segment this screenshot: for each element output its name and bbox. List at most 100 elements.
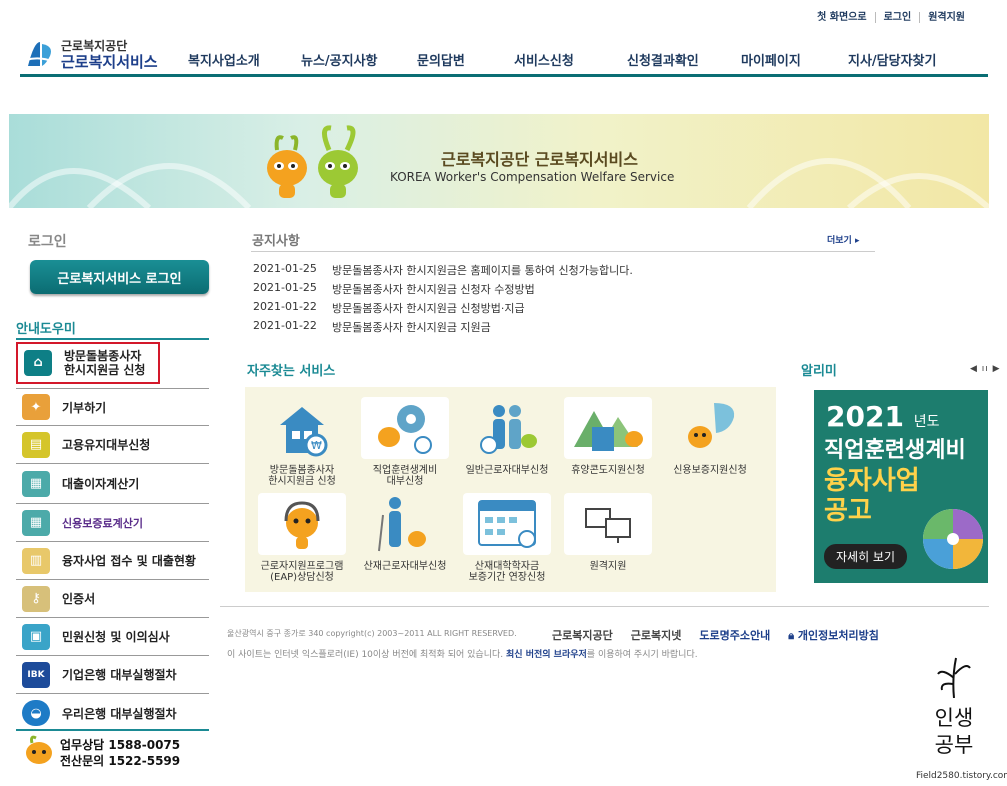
notice-date: 2021-01-25 <box>253 281 317 294</box>
notice-row[interactable]: 2021-01-22 방문돌봄종사자 한시지원금 지원금 <box>253 319 633 338</box>
login-title: 로그인 <box>28 234 67 250</box>
services-panel: ₩ 방문돌봄종사자 한시지원금 신청 직업훈련생계비 대부신청 일반근로자대부신… <box>245 387 776 592</box>
service-condo-support[interactable]: 휴양콘도지원신청 <box>559 397 657 476</box>
notice-row[interactable]: 2021-01-25 방문돌봄종사자 한시지원금은 홈페이지를 통하여 신청가능합… <box>253 262 633 281</box>
notice-divider <box>251 251 875 252</box>
monitors-icon <box>564 493 652 555</box>
guide-item-label: 민원신청 및 이의심사 <box>62 630 170 644</box>
guide-item-certificate[interactable]: ⚷ 인증서 <box>16 580 209 618</box>
service-label: 보증기간 연장신청 <box>468 572 546 583</box>
alimi-banner[interactable]: 2021 년도 직업훈련생계비 융자사업 공고 자세히 보기 <box>814 390 988 583</box>
service-care-worker-subsidy[interactable]: ₩ 방문돌봄종사자 한시지원금 신청 <box>253 397 351 487</box>
alimi-controls[interactable]: ◀ ıı ▶ <box>970 364 1001 374</box>
crutch-person-icon <box>361 493 449 555</box>
logo-icon <box>24 38 56 70</box>
key-icon: ⚷ <box>22 585 50 612</box>
service-industrial-accident-loan[interactable]: 산재근로자대부신청 <box>356 493 454 572</box>
home-link[interactable]: 첫 화면으로 <box>809 12 874 23</box>
nav-news[interactable]: 뉴스/공지사항 <box>301 50 378 69</box>
footer-link-welfare-net[interactable]: 근로복지넷 <box>631 627 682 643</box>
guide-item-donate[interactable]: ✦ 기부하기 <box>16 388 209 426</box>
document-icon: ▣ <box>22 623 50 650</box>
service-label: 휴양콘도지원신청 <box>571 465 645 476</box>
alimi-line3: 공고 <box>824 496 872 526</box>
privacy-label: 개인정보처리방침 <box>797 629 879 642</box>
nav-branch[interactable]: 지사/담당자찾기 <box>848 50 936 69</box>
guide-item-label: 우리은행 대부실행절차 <box>62 706 177 721</box>
notice-title-text[interactable]: 방문돌봄종사자 한시지원금 지원금 <box>332 319 491 338</box>
service-label: 원격지원 <box>589 561 627 572</box>
alimi-title: 알리미 <box>801 364 837 379</box>
nav-qna[interactable]: 문의답변 <box>417 50 465 69</box>
nav-results[interactable]: 신청결과확인 <box>627 50 699 69</box>
watermark-url: Field2580.tistory.com <box>915 771 1007 781</box>
remote-support-link[interactable]: 원격지원 <box>919 12 973 23</box>
notice-title-text[interactable]: 방문돌봄종사자 한시지원금 신청자 수정방법 <box>332 281 535 300</box>
guide-list: ⌂ 방문돌봄종사자 한시지원금 신청 ✦ 기부하기 ▤ 고용유지대부신청 ▦ 대… <box>16 340 209 732</box>
house-coin-icon: ₩ <box>258 397 346 459</box>
contact-it: 전산문의 1522-5599 <box>60 754 181 768</box>
alimi-detail-button[interactable]: 자세히 보기 <box>824 544 908 569</box>
mascot-headset-icon <box>258 493 346 555</box>
service-eap-consult[interactable]: 근로자지원프로그램 (EAP)상담신청 <box>253 493 351 583</box>
guide-item-civil-petition[interactable]: ▣ 민원신청 및 이의심사 <box>16 618 209 656</box>
notice-list: 2021-01-25 방문돌봄종사자 한시지원금은 홈페이지를 통하여 신청가능합… <box>253 262 633 338</box>
service-credit-guarantee[interactable]: 신용보증지원신청 <box>661 397 759 476</box>
service-training-loan[interactable]: 직업훈련생계비 대부신청 <box>356 397 454 487</box>
nav-apply[interactable]: 서비스신청 <box>514 50 574 69</box>
site-logo[interactable]: 근로복지공단 근로복지서비스 <box>24 38 158 70</box>
people-icon <box>463 397 551 459</box>
notice-title: 공지사항 <box>252 234 300 249</box>
notice-title-text[interactable]: 방문돌봄종사자 한시지원금은 홈페이지를 통하여 신청가능합니다. <box>332 262 633 281</box>
card-icon: ▤ <box>22 431 50 458</box>
banner-title: 근로복지공단 근로복지서비스 <box>441 150 638 169</box>
nav-mypage[interactable]: 마이페이지 <box>741 50 801 69</box>
service-label: 직업훈련생계비 <box>372 465 438 476</box>
notice-row[interactable]: 2021-01-25 방문돌봄종사자 한시지원금 신청자 수정방법 <box>253 281 633 300</box>
guide-item-interest-calculator[interactable]: ▦ 대출이자계산기 <box>16 464 209 504</box>
footer-divider <box>220 606 989 607</box>
calendar-icon <box>463 493 551 555</box>
alimi-year-line: 2021 년도 <box>826 400 939 433</box>
footer-link-kcomwel[interactable]: 근로복지공단 <box>552 627 613 643</box>
mascot-orange-icon <box>259 128 315 208</box>
guide-item-employment-loan[interactable]: ▤ 고용유지대부신청 <box>16 426 209 464</box>
guide-item-label: 방문돌봄종사자 <box>64 349 142 363</box>
contact-info: 업무상담 1588-0075 전산문의 1522-5599 <box>16 729 209 769</box>
service-remote-support[interactable]: 원격지원 <box>559 493 657 572</box>
login-link[interactable]: 로그인 <box>874 12 920 23</box>
condo-building-icon <box>564 397 652 459</box>
service-label: 한시지원금 신청 <box>268 476 336 487</box>
service-label: 산재대학학자금 <box>474 561 540 572</box>
guide-item-ibk-procedure[interactable]: IBK 기업은행 대부실행절차 <box>16 656 209 694</box>
mascot-contact-icon <box>22 735 56 771</box>
watermark-line2: 공부 <box>934 733 974 757</box>
notice-row[interactable]: 2021-01-22 방문돌봄종사자 한시지원금 신청방법·지급 <box>253 300 633 319</box>
guide-item-woori-procedure[interactable]: ◒ 우리은행 대부실행절차 <box>16 694 209 732</box>
plant-icon <box>937 657 971 699</box>
woori-bank-icon: ◒ <box>22 700 50 726</box>
gift-icon: ✦ <box>22 394 50 420</box>
notice-title-text[interactable]: 방문돌봄종사자 한시지원금 신청방법·지급 <box>332 300 525 319</box>
ibk-bank-icon: IBK <box>22 661 50 688</box>
nav-about[interactable]: 복지사업소개 <box>188 50 260 69</box>
services-title: 자주찾는 서비스 <box>247 364 336 379</box>
utility-links: 첫 화면으로 로그인 원격지원 <box>809 12 973 23</box>
guide-item-loan-status[interactable]: ▥ 융자사업 접수 및 대출현황 <box>16 542 209 580</box>
guide-item-guarantee-calculator[interactable]: ▦ 신용보증료계산기 <box>16 504 209 542</box>
guide-item-care-worker-subsidy[interactable]: ⌂ 방문돌봄종사자 한시지원금 신청 <box>16 342 160 384</box>
calculator-icon: ▦ <box>22 509 50 536</box>
login-button[interactable]: 근로복지서비스 로그인 <box>30 260 209 294</box>
footer-link-road-address[interactable]: 도로명주소안내 <box>699 627 770 643</box>
alimi-year-suffix: 년도 <box>913 414 940 430</box>
service-tuition-extension[interactable]: 산재대학학자금 보증기간 연장신청 <box>458 493 556 583</box>
footer-link-privacy[interactable]: 🔒︎ 개인정보처리방침 <box>788 627 879 643</box>
notice-date: 2021-01-22 <box>253 300 317 313</box>
service-label: (EAP)상담신청 <box>270 572 334 583</box>
notice-more-link[interactable]: 더보기 ▸ <box>827 233 860 246</box>
notice-more-label: 더보기 <box>827 236 852 246</box>
service-general-worker-loan[interactable]: 일반근로자대부신청 <box>458 397 556 476</box>
alimi-year: 2021 <box>826 400 904 433</box>
guide-item-label: 고용유지대부신청 <box>62 438 151 452</box>
service-label: 신용보증지원신청 <box>673 465 747 476</box>
